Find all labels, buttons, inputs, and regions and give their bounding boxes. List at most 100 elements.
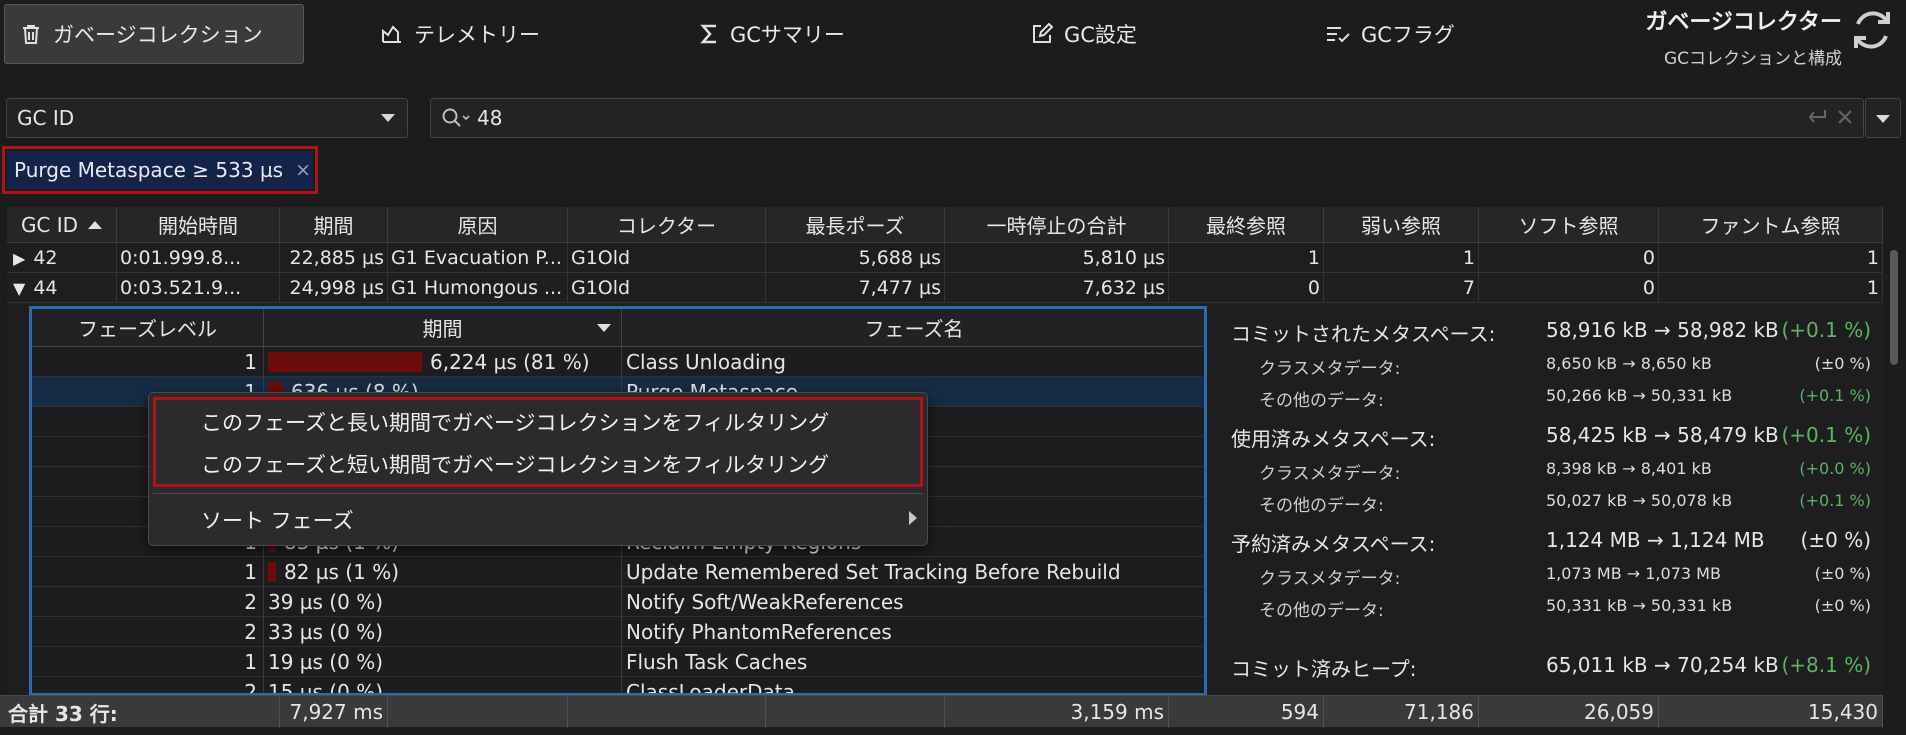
chevron-down-icon <box>381 114 395 122</box>
phase-level: 2 <box>32 587 264 617</box>
summary-label: その他のデータ: <box>1259 391 1384 411</box>
phase-row[interactable]: 1 19 µs (0 %) Flush Task Caches <box>32 647 1204 677</box>
phase-duration: 33 µs (0 %) <box>264 617 622 647</box>
summary-change: (±0 %) <box>1814 596 1871 615</box>
phase-level: 1 <box>32 647 264 677</box>
summary-value: 8,398 kB → 8,401 kB <box>1546 459 1712 478</box>
column-header-soft-refs[interactable]: ソフト参照 <box>1479 207 1659 243</box>
scrollbar-thumb[interactable] <box>1890 250 1898 365</box>
column-header-phantom-refs[interactable]: ファントム参照 <box>1659 207 1883 243</box>
phase-duration-text: 19 µs (0 %) <box>268 650 383 674</box>
summary-row: 使用済みメタスペース: 58,425 kB → 58,479 kB (+0.1 %) <box>1231 423 1871 453</box>
summary-change: (±0 %) <box>1800 528 1871 552</box>
column-header-gc-id[interactable]: GC ID <box>7 207 117 243</box>
column-header-duration[interactable]: 期間 <box>280 207 388 243</box>
row-expander-icon[interactable]: ▶ <box>13 249 25 268</box>
refresh-button[interactable] <box>1848 6 1896 58</box>
page-title-block: ガベージコレクター GCコレクションと構成 <box>1645 4 1842 69</box>
column-header-phase-level[interactable]: フェーズレベル <box>32 309 264 347</box>
table-row[interactable]: ▼ 44 0:03.521.9... 24,998 µs G1 Humongou… <box>7 273 1883 303</box>
refresh-icon <box>1854 11 1890 49</box>
menu-item-filter-longer[interactable]: このフェーズと長い期間でガベージコレクションをフィルタリング <box>201 407 829 437</box>
clear-icon[interactable] <box>1837 109 1853 125</box>
column-header-start-time[interactable]: 開始時間 <box>117 207 280 243</box>
tab-telemetry[interactable]: テレメトリー <box>380 4 540 64</box>
search-options-button[interactable] <box>1865 98 1901 138</box>
phase-row[interactable]: 2 15 µs (0 %) ClassLoaderData <box>32 677 1204 693</box>
summary-subrow: クラスメタデータ: 8,398 kB → 8,401 kB (+0.0 %) <box>1231 459 1871 485</box>
table-footer-totals: 合計 33 行: 7,927 ms 3,159 ms 594 71,186 26… <box>0 695 1883 728</box>
tab-label: GCサマリー <box>730 23 845 47</box>
summary-subrow: クラスメタデータ: 8,650 kB → 8,650 kB (±0 %) <box>1231 354 1871 380</box>
wrap-icon[interactable] <box>1805 107 1827 127</box>
active-filter-chip[interactable]: Purge Metaspace ≥ 533 µs × <box>2 146 318 194</box>
summary-label: その他のデータ: <box>1259 601 1384 621</box>
page-title: ガベージコレクター <box>1645 10 1842 35</box>
summary-subrow: その他のデータ: 50,331 kB → 50,331 kB (±0 %) <box>1231 596 1871 622</box>
phase-row[interactable]: 1 6,224 µs (81 %) Class Unloading <box>32 347 1204 377</box>
summary-subrow: その他のデータ: 50,266 kB → 50,331 kB (+0.1 %) <box>1231 386 1871 412</box>
phase-row[interactable]: 2 39 µs (0 %) Notify Soft/WeakReferences <box>32 587 1204 617</box>
summary-row: 予約済みメタスペース: 1,124 MB → 1,124 MB (±0 %) <box>1231 528 1871 558</box>
phase-name: Update Remembered Set Tracking Before Re… <box>626 560 1121 584</box>
phase-duration-text: 39 µs (0 %) <box>268 590 383 614</box>
menu-item-filter-shorter[interactable]: このフェーズと短い期間でガベージコレクションをフィルタリング <box>201 449 829 479</box>
column-header-final-refs[interactable]: 最終参照 <box>1169 207 1324 243</box>
summary-value: 50,331 kB → 50,331 kB <box>1546 596 1733 615</box>
filter-column-value: GC ID <box>17 106 75 130</box>
column-header-longest-pause[interactable]: 最長ポーズ <box>766 207 945 243</box>
phase-duration: 82 µs (1 %) <box>264 557 622 587</box>
column-header-phase-name[interactable]: フェーズ名 <box>622 309 1204 347</box>
phase-duration-text: 33 µs (0 %) <box>268 620 383 644</box>
summary-label: 使用済みメタスペース: <box>1231 427 1436 451</box>
summary-value: 1,073 MB → 1,073 MB <box>1546 564 1721 583</box>
summary-change: (+0.1 %) <box>1799 386 1871 405</box>
table-header: GC ID 開始時間 期間 原因 コレクター 最長ポーズ 一時停止の合計 最終参… <box>7 207 1883 243</box>
summary-change: (+0.1 %) <box>1781 423 1871 447</box>
chart-icon <box>382 25 401 43</box>
tab-gc-settings[interactable]: GC設定 <box>1030 4 1137 64</box>
chevron-down-icon <box>1876 115 1890 123</box>
summary-value: 1,124 MB → 1,124 MB <box>1546 528 1765 552</box>
phase-duration-text: 6,224 µs (81 %) <box>430 350 590 374</box>
column-header-total-pause[interactable]: 一時停止の合計 <box>945 207 1169 243</box>
column-header-phase-duration[interactable]: 期間 <box>264 309 622 347</box>
trash-icon <box>23 25 39 44</box>
phase-row[interactable]: 2 33 µs (0 %) Notify PhantomReferences <box>32 617 1204 647</box>
summary-change: (+8.1 %) <box>1781 653 1871 677</box>
phase-level: 2 <box>32 617 264 647</box>
column-header-weak-refs[interactable]: 弱い参照 <box>1324 207 1479 243</box>
column-header-cause[interactable]: 原因 <box>388 207 568 243</box>
tab-gc-flags[interactable]: GCフラグ <box>1325 4 1455 64</box>
row-expander-icon[interactable]: ▼ <box>13 279 25 298</box>
summary-value: 8,650 kB → 8,650 kB <box>1546 354 1712 373</box>
summary-change: (±0 %) <box>1814 564 1871 583</box>
phase-name: Notify PhantomReferences <box>626 620 892 644</box>
list-check-icon <box>1327 27 1350 43</box>
summary-value: 65,011 kB → 70,254 kB <box>1546 653 1779 677</box>
summary-change: (+0.1 %) <box>1799 491 1871 510</box>
summary-change: (±0 %) <box>1814 354 1871 373</box>
table-row[interactable]: ▶ 42 0:01.999.8... 22,885 µs G1 Evacuati… <box>7 243 1883 273</box>
duration-bar <box>268 562 276 582</box>
menu-item-sort-phases[interactable]: ソート フェーズ <box>201 505 354 535</box>
summary-value: 58,916 kB → 58,982 kB <box>1546 318 1779 342</box>
summary-label: コミットされたメタスペース: <box>1231 322 1496 346</box>
tab-label: GCフラグ <box>1361 23 1455 47</box>
phase-level: 2 <box>32 677 264 693</box>
summary-subrow: クラスメタデータ: 1,073 MB → 1,073 MB (±0 %) <box>1231 564 1871 590</box>
summary-value: 58,425 kB → 58,479 kB <box>1546 423 1779 447</box>
tab-label: GC設定 <box>1064 23 1137 47</box>
search-input[interactable]: 48 <box>430 98 1864 138</box>
vertical-scrollbar[interactable] <box>1888 250 1900 695</box>
close-icon[interactable]: × <box>295 159 311 181</box>
phase-duration: 15 µs (0 %) <box>264 677 622 693</box>
tab-garbage-collection[interactable]: ガベージコレクション <box>4 4 304 64</box>
phase-duration: 19 µs (0 %) <box>264 647 622 677</box>
tab-label: ガベージコレクション <box>53 23 263 47</box>
tab-gc-summary[interactable]: GCサマリー <box>700 4 845 64</box>
filter-column-select[interactable]: GC ID <box>6 98 408 138</box>
column-header-collector[interactable]: コレクター <box>568 207 766 243</box>
phase-row[interactable]: 1 82 µs (1 %) Update Remembered Set Tracki… <box>32 557 1204 587</box>
phase-duration: 6,224 µs (81 %) <box>264 347 622 377</box>
